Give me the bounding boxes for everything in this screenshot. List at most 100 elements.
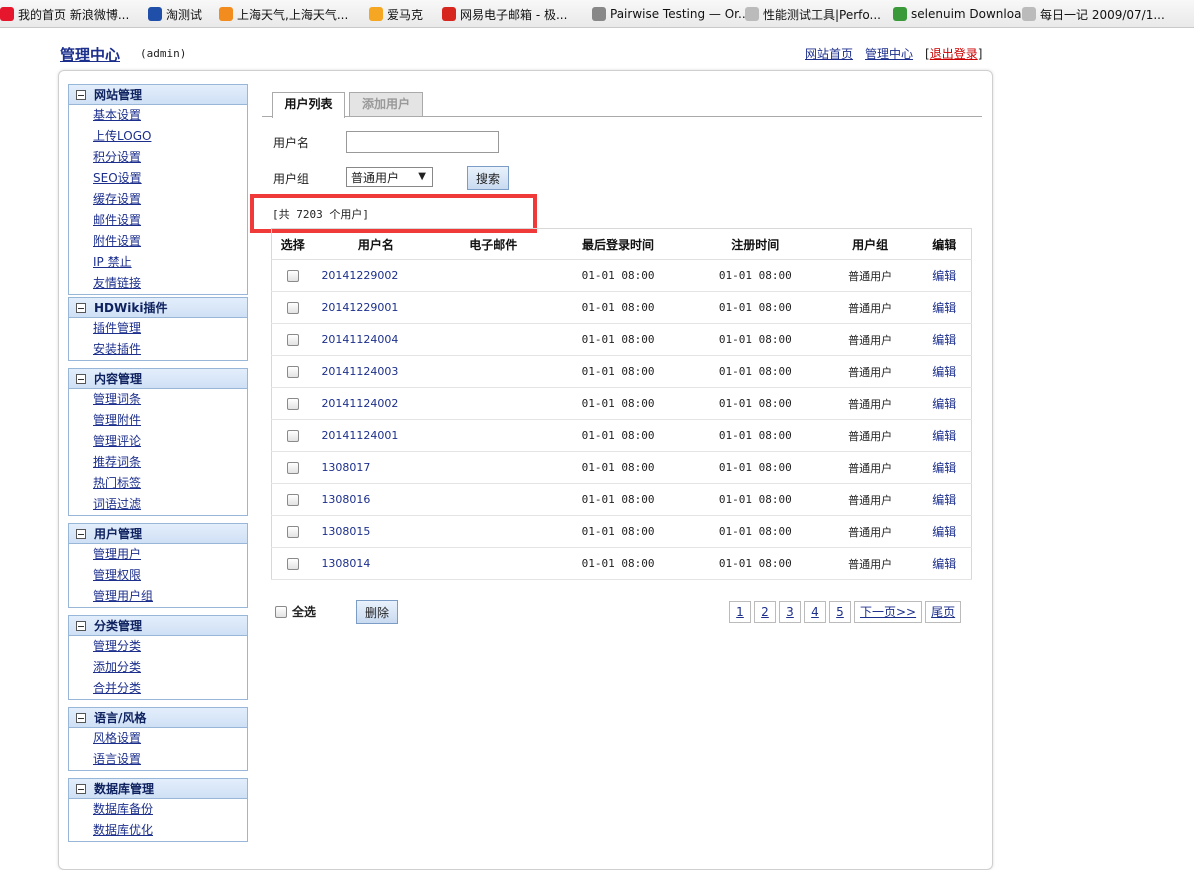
sidebar-item[interactable]: 管理词条: [69, 389, 247, 410]
sidebar-group-header[interactable]: 内容管理: [69, 369, 247, 389]
bookmark-item[interactable]: 性能测试工具|Perfo...: [745, 5, 881, 23]
row-checkbox[interactable]: [286, 398, 299, 410]
row-username[interactable]: 20141124003: [313, 355, 439, 388]
row-checkbox[interactable]: [286, 494, 299, 506]
edit-link[interactable]: 编辑: [932, 301, 956, 315]
sidebar-item[interactable]: IP 禁止: [69, 252, 247, 273]
sidebar-group-header[interactable]: 分类管理: [69, 616, 247, 636]
sidebar-item[interactable]: 基本设置: [69, 105, 247, 126]
sidebar-item[interactable]: 数据库优化: [69, 820, 247, 841]
sidebar-item[interactable]: 管理权限: [69, 565, 247, 586]
row-registered: 01-01 08:00: [687, 387, 823, 420]
bookmark-item[interactable]: 上海天气,上海天气...: [219, 5, 348, 23]
sidebar-item[interactable]: 积分设置: [69, 147, 247, 168]
sidebar-item[interactable]: 附件设置: [69, 231, 247, 252]
row-checkbox[interactable]: [286, 366, 299, 378]
bookmark-item[interactable]: 每日一记 2009/07/1...: [1022, 5, 1165, 23]
bookmark-item[interactable]: selenuim Downloads: [893, 5, 1035, 23]
sidebar-item[interactable]: 风格设置: [69, 728, 247, 749]
edit-link[interactable]: 编辑: [932, 525, 956, 539]
sidebar-item[interactable]: 合并分类: [69, 678, 247, 699]
sidebar-item[interactable]: 管理用户: [69, 544, 247, 565]
row-username[interactable]: 20141124001: [313, 419, 439, 452]
edit-link[interactable]: 编辑: [932, 397, 956, 411]
collapse-icon[interactable]: [76, 302, 86, 313]
sidebar-item[interactable]: 缓存设置: [69, 189, 247, 210]
row-username[interactable]: 20141124002: [313, 387, 439, 420]
page-link[interactable]: 4: [804, 601, 826, 623]
collapse-icon[interactable]: [76, 373, 86, 384]
sidebar-item[interactable]: 添加分类: [69, 657, 247, 678]
collapse-icon[interactable]: [76, 528, 86, 539]
edit-link[interactable]: 编辑: [932, 493, 956, 507]
sidebar-item[interactable]: 插件管理: [69, 318, 247, 339]
collapse-icon[interactable]: [76, 89, 86, 100]
collapse-icon[interactable]: [76, 712, 86, 723]
edit-link[interactable]: 编辑: [932, 365, 956, 379]
last-page-link[interactable]: 尾页: [925, 601, 962, 623]
next-page-link[interactable]: 下一页>>: [854, 601, 923, 623]
bookmark-item[interactable]: 我的首页 新浪微博...: [0, 5, 129, 23]
delete-button[interactable]: 删除: [356, 600, 398, 624]
edit-link[interactable]: 编辑: [932, 429, 956, 443]
user-group-select[interactable]: 普通用户 ▼: [346, 167, 433, 187]
collapse-icon[interactable]: [76, 620, 86, 631]
logout-link[interactable]: 退出登录: [930, 47, 978, 61]
row-checkbox[interactable]: [286, 302, 299, 314]
row-checkbox[interactable]: [286, 558, 299, 570]
admin-center-link[interactable]: 管理中心: [865, 45, 913, 62]
tab-user-list[interactable]: 用户列表: [272, 92, 345, 118]
sidebar-item[interactable]: 管理附件: [69, 410, 247, 431]
row-username[interactable]: 1308017: [313, 451, 439, 484]
row-checkbox[interactable]: [286, 526, 299, 538]
edit-link[interactable]: 编辑: [932, 333, 956, 347]
row-username[interactable]: 1308016: [313, 483, 439, 516]
bookmark-item[interactable]: 网易电子邮箱 - 极...: [442, 5, 567, 23]
page-link[interactable]: 1: [729, 601, 751, 623]
page-link[interactable]: 2: [754, 601, 776, 623]
row-checkbox[interactable]: [286, 270, 299, 282]
sidebar-group-header[interactable]: 语言/风格: [69, 708, 247, 728]
sidebar-item[interactable]: 推荐词条: [69, 452, 247, 473]
sidebar-item[interactable]: 语言设置: [69, 749, 247, 770]
sidebar-item[interactable]: 热门标签: [69, 473, 247, 494]
sidebar-item[interactable]: 数据库备份: [69, 799, 247, 820]
row-username[interactable]: 20141229002: [313, 259, 439, 292]
row-checkbox[interactable]: [286, 430, 299, 442]
edit-link[interactable]: 编辑: [932, 557, 956, 571]
bookmark-item[interactable]: 淘测试: [148, 5, 202, 23]
page-link[interactable]: 5: [829, 601, 851, 623]
sidebar-group-header[interactable]: 数据库管理: [69, 779, 247, 799]
select-all-checkbox[interactable]: [275, 605, 287, 618]
bookmark-item[interactable]: 爱马克: [369, 5, 423, 23]
sidebar-item[interactable]: 词语过滤: [69, 494, 247, 515]
row-username[interactable]: 1308014: [313, 547, 439, 580]
row-username[interactable]: 20141124004: [313, 323, 439, 356]
row-checkbox[interactable]: [286, 334, 299, 346]
sidebar-item[interactable]: 友情链接: [69, 273, 247, 294]
username-input[interactable]: [346, 131, 499, 153]
site-home-link[interactable]: 网站首页: [805, 45, 853, 62]
tab-add-user[interactable]: 添加用户: [349, 92, 423, 117]
bookmark-item[interactable]: Pairwise Testing — Or...: [592, 5, 749, 23]
sidebar-group-header[interactable]: 用户管理: [69, 524, 247, 544]
sidebar-item[interactable]: 邮件设置: [69, 210, 247, 231]
edit-link[interactable]: 编辑: [932, 269, 956, 283]
select-all[interactable]: 全选: [275, 603, 316, 620]
row-username[interactable]: 20141229001: [313, 291, 439, 324]
page-title[interactable]: 管理中心: [60, 44, 120, 65]
sidebar-item[interactable]: 安装插件: [69, 339, 247, 360]
row-checkbox[interactable]: [286, 462, 299, 474]
sidebar-item[interactable]: SEO设置: [69, 168, 247, 189]
row-username[interactable]: 1308015: [313, 515, 439, 548]
sidebar-group-header[interactable]: 网站管理: [69, 85, 247, 105]
sidebar-group-header[interactable]: HDWiki插件: [69, 298, 247, 318]
sidebar-item[interactable]: 管理评论: [69, 431, 247, 452]
sidebar-item[interactable]: 上传LOGO: [69, 126, 247, 147]
search-button[interactable]: 搜索: [467, 166, 509, 190]
sidebar-item[interactable]: 管理用户组: [69, 586, 247, 607]
page-link[interactable]: 3: [779, 601, 801, 623]
sidebar-item[interactable]: 管理分类: [69, 636, 247, 657]
edit-link[interactable]: 编辑: [932, 461, 956, 475]
collapse-icon[interactable]: [76, 783, 86, 794]
